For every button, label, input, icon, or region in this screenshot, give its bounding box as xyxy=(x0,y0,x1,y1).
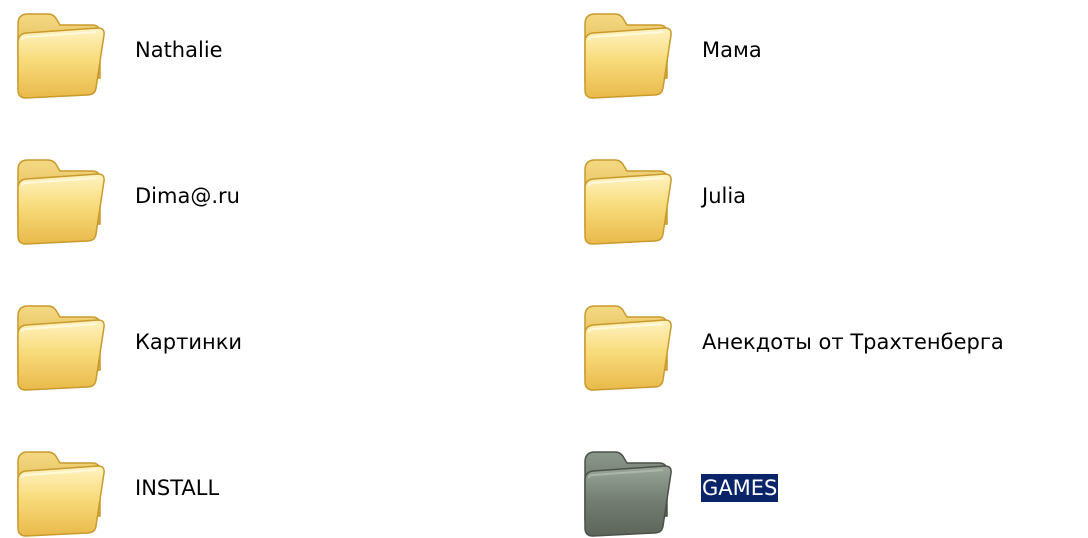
folder-item-games[interactable]: GAMES xyxy=(579,438,779,538)
folder-item-dima[interactable]: Dima@.ru xyxy=(12,146,241,246)
folder-item-install[interactable]: INSTALL xyxy=(12,438,220,538)
folder-label: Dima@.ru xyxy=(135,184,240,208)
folder-icon xyxy=(579,0,675,100)
folder-label: INSTALL xyxy=(135,476,220,500)
folder-item-mama[interactable]: Мама xyxy=(579,0,763,100)
folder-icon xyxy=(579,146,675,246)
folder-icon xyxy=(12,0,108,100)
folder-label: Julia xyxy=(702,184,747,208)
folder-icon xyxy=(12,438,108,538)
folder-label: Анекдоты от Трахтенберга xyxy=(702,330,1004,354)
folder-icon xyxy=(12,292,108,392)
folder-icon xyxy=(579,438,675,538)
folder-icon xyxy=(579,292,675,392)
folder-icon xyxy=(12,146,108,246)
folder-label: Мама xyxy=(702,38,762,62)
folder-label: Nathalie xyxy=(135,38,223,62)
folder-item-kartinki[interactable]: Картинки xyxy=(12,292,243,392)
folder-item-anekdoty[interactable]: Анекдоты от Трахтенберга xyxy=(579,292,1005,392)
folder-label: Картинки xyxy=(135,330,243,354)
folder-item-julia[interactable]: Julia xyxy=(579,146,747,246)
folder-label-selected: GAMES xyxy=(701,474,779,502)
folder-item-nathalie[interactable]: Nathalie xyxy=(12,0,224,100)
